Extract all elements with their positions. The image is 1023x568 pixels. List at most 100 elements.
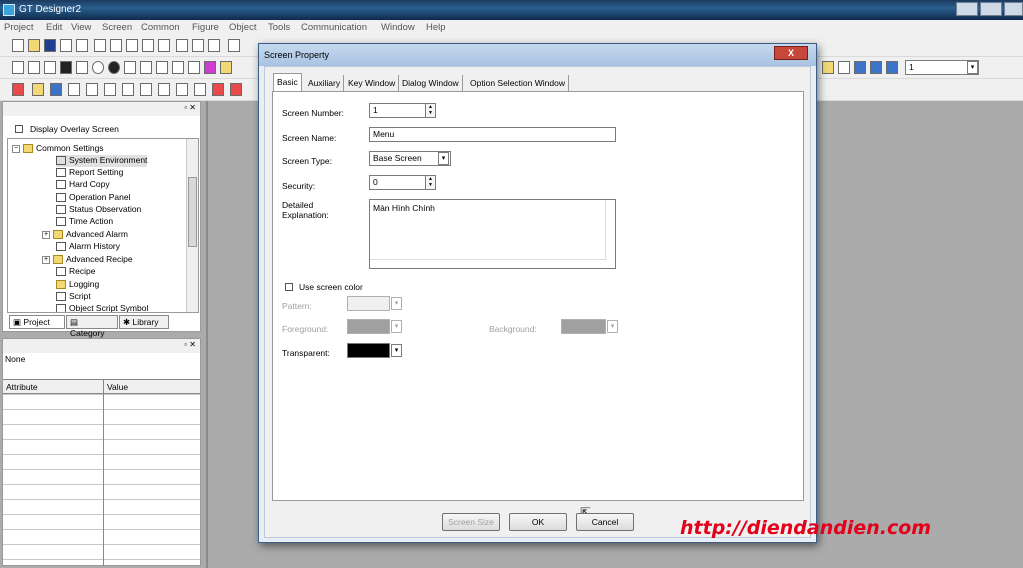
- tab-auxiliary[interactable]: Auxiliary: [305, 75, 345, 91]
- copy-icon[interactable]: [110, 39, 122, 52]
- screen-name-field[interactable]: Menu: [369, 127, 616, 142]
- redo-icon[interactable]: [158, 39, 170, 52]
- recipe-icon[interactable]: [212, 83, 224, 96]
- polyline-icon[interactable]: [28, 61, 40, 74]
- menu-figure[interactable]: Figure: [192, 22, 219, 33]
- rectangle-icon[interactable]: [44, 61, 56, 74]
- tree-item-hard-copy[interactable]: Hard Copy: [56, 179, 110, 191]
- tab-library[interactable]: ✱ Library: [119, 315, 169, 329]
- overlay-checkbox[interactable]: [15, 125, 23, 133]
- numeric-display-icon[interactable]: [68, 83, 80, 96]
- cut-icon[interactable]: [94, 39, 106, 52]
- image-icon[interactable]: [220, 61, 232, 74]
- ascii-display-icon[interactable]: [86, 83, 98, 96]
- paste-icon[interactable]: [126, 39, 138, 52]
- clock-icon[interactable]: [140, 83, 152, 96]
- collapse-icon[interactable]: −: [12, 144, 20, 153]
- expand-icon[interactable]: +: [42, 230, 50, 239]
- screen-number-spinner[interactable]: ▲ ▼: [425, 103, 436, 118]
- maximize-button[interactable]: [980, 2, 1002, 16]
- tab-category[interactable]: ▤ Category: [66, 315, 118, 338]
- undo-icon[interactable]: [142, 39, 154, 52]
- arc-icon[interactable]: [124, 61, 136, 74]
- tree-item-report-setting[interactable]: Report Setting: [56, 167, 123, 179]
- explanation-textarea[interactable]: Màn Hình Chính: [369, 199, 616, 269]
- bar-graph-icon[interactable]: [194, 83, 206, 96]
- trend-icon[interactable]: [176, 83, 188, 96]
- menu-screen[interactable]: Screen: [102, 22, 132, 33]
- cancel-button[interactable]: Cancel: [576, 513, 634, 531]
- line-icon[interactable]: [12, 61, 24, 74]
- minimize-button[interactable]: [956, 2, 978, 16]
- tree-item-advanced-recipe[interactable]: + Advanced Recipe: [42, 254, 133, 266]
- tree-scrollbar[interactable]: [186, 139, 198, 312]
- layer-icon[interactable]: [838, 61, 850, 74]
- chevron-down-icon[interactable]: ▾: [438, 152, 449, 165]
- tree-item-time-action[interactable]: Time Action: [56, 216, 113, 228]
- close-icon[interactable]: X: [774, 46, 808, 60]
- alarm-list-icon[interactable]: [122, 83, 134, 96]
- tab-option-selection-window[interactable]: Option Selection Window: [467, 75, 569, 91]
- paint-icon[interactable]: [204, 61, 216, 74]
- tab-key-window[interactable]: Key Window: [345, 75, 400, 91]
- piping-icon[interactable]: [172, 61, 184, 74]
- tab-project[interactable]: ▣ Project: [9, 315, 65, 329]
- tree-item-script[interactable]: Script: [56, 291, 91, 303]
- bit-lamp-icon[interactable]: [50, 83, 62, 96]
- back-icon[interactable]: [192, 39, 204, 52]
- data-list-icon[interactable]: [104, 83, 116, 96]
- menu-edit[interactable]: Edit: [46, 22, 62, 33]
- use-screen-color-checkbox[interactable]: [285, 283, 293, 291]
- tree-item-logging[interactable]: Logging: [56, 279, 99, 291]
- tree-item-recipe[interactable]: Recipe: [56, 266, 95, 278]
- tab-basic[interactable]: Basic: [273, 73, 302, 91]
- tree-item-object-script-symbol[interactable]: Object Script Symbol: [56, 303, 148, 312]
- menu-tools[interactable]: Tools: [268, 22, 290, 33]
- zoom-icon[interactable]: [176, 39, 188, 52]
- save-icon[interactable]: [44, 39, 56, 52]
- text-icon[interactable]: [188, 61, 200, 74]
- pane-close-icon[interactable]: ▫ ✕: [184, 103, 196, 112]
- align-icon[interactable]: [822, 61, 834, 74]
- switch-icon[interactable]: [12, 83, 24, 96]
- menu-window[interactable]: Window: [381, 22, 415, 33]
- tree-item-status-observation[interactable]: Status Observation: [56, 204, 141, 216]
- filled-rectangle-icon[interactable]: [60, 61, 72, 74]
- menu-object[interactable]: Object: [229, 22, 256, 33]
- close-window-button[interactable]: [1004, 2, 1023, 16]
- preview-icon[interactable]: [76, 39, 88, 52]
- menu-communication[interactable]: Communication: [301, 22, 367, 33]
- security-field[interactable]: 0: [369, 175, 427, 190]
- page-select-dropdown-icon[interactable]: ▾: [967, 61, 978, 74]
- tree-scrollbar-thumb[interactable]: [188, 177, 197, 247]
- transparent-dropdown-icon[interactable]: ▾: [391, 344, 402, 357]
- polygon-icon[interactable]: [76, 61, 88, 74]
- back-layer-icon[interactable]: [870, 61, 882, 74]
- explanation-vscroll[interactable]: [605, 200, 615, 260]
- pie-icon[interactable]: [140, 61, 152, 74]
- pane-close-icon[interactable]: ▫ ✕: [184, 340, 196, 349]
- tree-item-system-environment[interactable]: System Environment: [56, 155, 148, 167]
- new-icon[interactable]: [12, 39, 24, 52]
- tree-item-operation-panel[interactable]: Operation Panel: [56, 192, 130, 204]
- filled-circle-icon[interactable]: [108, 61, 120, 74]
- front-icon[interactable]: [854, 61, 866, 74]
- menu-common[interactable]: Common: [141, 22, 180, 33]
- explanation-hscroll[interactable]: [370, 259, 605, 268]
- screen-number-field[interactable]: 1: [369, 103, 427, 118]
- column-divider[interactable]: [103, 380, 104, 566]
- expand-icon[interactable]: +: [42, 255, 50, 264]
- splitter[interactable]: [206, 101, 208, 568]
- tree-item-alarm-history[interactable]: Alarm History: [56, 241, 120, 253]
- ok-button[interactable]: OK: [509, 513, 567, 531]
- screen-list-icon[interactable]: [228, 39, 240, 52]
- transparent-swatch[interactable]: [347, 343, 390, 358]
- property-grid[interactable]: Attribute Value: [3, 379, 200, 566]
- security-spinner[interactable]: ▲ ▼: [425, 175, 436, 190]
- menu-view[interactable]: View: [71, 22, 91, 33]
- circle-icon[interactable]: [92, 61, 104, 74]
- tree-item-common-settings[interactable]: − Common Settings: [12, 143, 104, 155]
- print-icon[interactable]: [60, 39, 72, 52]
- parts-icon[interactable]: [230, 83, 242, 96]
- dialog-titlebar[interactable]: Screen Property X: [259, 44, 816, 66]
